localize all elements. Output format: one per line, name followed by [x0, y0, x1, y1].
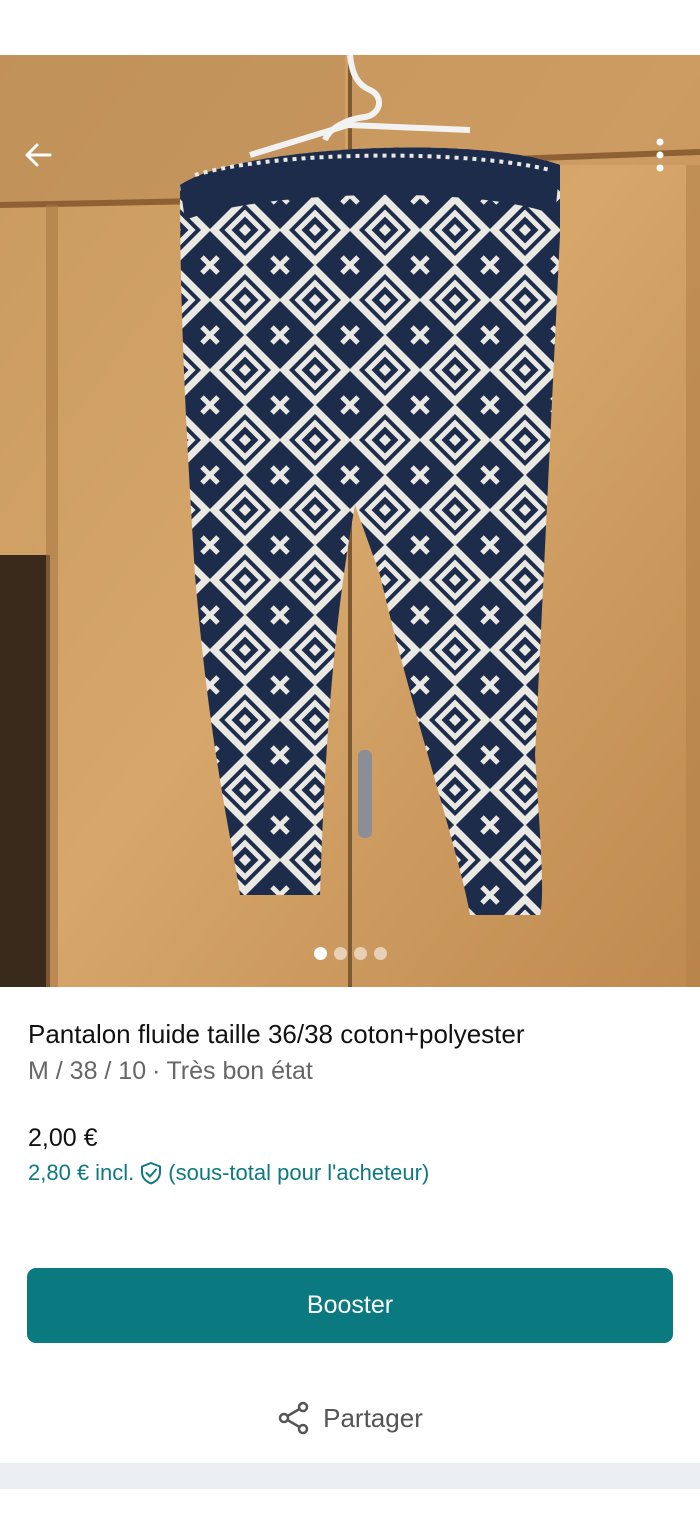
status-bar-area	[0, 0, 700, 55]
item-condition: Très bon état	[166, 1057, 313, 1085]
pagination-dot[interactable]	[373, 947, 387, 960]
more-vertical-icon	[656, 138, 664, 172]
item-price: 2,00 €	[28, 1124, 98, 1152]
pagination-dot[interactable]	[353, 947, 367, 960]
section-divider	[0, 1463, 700, 1489]
share-label: Partager	[323, 1402, 423, 1433]
item-attributes: M / 38 / 10 · Très bon état	[28, 1055, 672, 1087]
item-title: Pantalon fluide taille 36/38 coton+polye…	[28, 1019, 525, 1049]
gallery-pagination	[0, 947, 700, 960]
item-size: M / 38 / 10	[28, 1057, 147, 1085]
booster-button[interactable]: Booster	[27, 1268, 673, 1343]
product-photo	[0, 55, 700, 987]
pagination-dot[interactable]	[313, 947, 327, 960]
share-icon	[278, 1401, 309, 1435]
pagination-dot[interactable]	[333, 947, 347, 960]
buyer-price-note: (sous-total pour l'acheteur)	[168, 1160, 430, 1185]
product-photo-gallery[interactable]	[0, 55, 700, 987]
item-details: Pantalon fluide taille 36/38 coton+polye…	[0, 987, 700, 1188]
share-button[interactable]: Partager	[0, 1401, 700, 1435]
buyer-price-row[interactable]: 2,80 € incl. (sous-total pour l'acheteur…	[28, 1158, 672, 1188]
attribute-separator: ·	[152, 1057, 161, 1085]
more-options-button[interactable]	[638, 133, 682, 177]
arrow-left-icon	[25, 143, 52, 167]
back-button[interactable]	[16, 133, 60, 177]
shield-check-icon	[140, 1161, 162, 1185]
buyer-price: 2,80 €	[28, 1160, 90, 1185]
buyer-price-incl: incl.	[95, 1160, 135, 1185]
